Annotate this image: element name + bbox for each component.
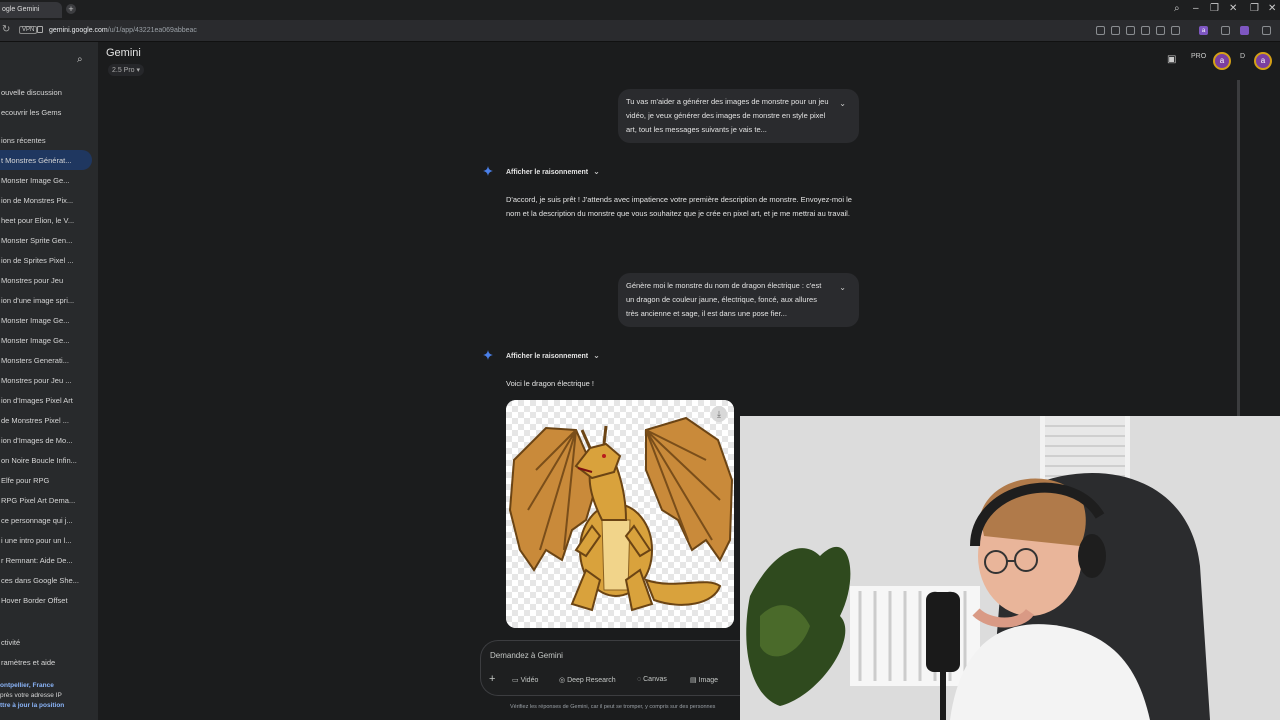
image-tool-button[interactable]: ▤ Image (690, 676, 718, 684)
close-tab-icon[interactable]: ✕ (1229, 3, 1237, 14)
sidebar-chat-item[interactable]: Monstres pour Jeu (0, 276, 96, 285)
browser-tab-bar: ogle Gemini + ⌕ – ❐ ✕ ❐ ✕ (0, 0, 1280, 20)
deep-research-tool-button[interactable]: ◎ Deep Research (559, 676, 616, 684)
sidebar-chat-item[interactable]: Monster Image Ge... (0, 176, 96, 185)
browser-tab[interactable]: ogle Gemini (0, 2, 62, 18)
play-icon[interactable] (1141, 26, 1150, 35)
prompt-input[interactable] (480, 640, 740, 696)
sidebar-chat-item[interactable]: Monster Image Ge... (0, 316, 96, 325)
camera-icon[interactable] (1126, 26, 1135, 35)
maximize-icon[interactable]: ❐ (1250, 3, 1259, 14)
heart-icon[interactable] (1156, 26, 1165, 35)
research-icon: ◎ (559, 677, 566, 684)
sidebar-chat-item[interactable]: ion de Sprites Pixel ... (0, 256, 96, 265)
url-field[interactable]: gemini.google.com/u/1/app/43221ea069abbe… (49, 27, 197, 34)
settings-help-item[interactable]: ramètres et aide (0, 658, 96, 667)
tab-title: ogle Gemini (2, 6, 40, 13)
chevron-down-icon: ⌄ (593, 167, 600, 176)
disclaimer: Vérifiez les réponses de Gemini, car il … (510, 704, 716, 710)
address-bar: ↻ VPN gemini.google.com/u/1/app/43221ea0… (0, 20, 1280, 42)
user-message-text: Tu vas m'aider a générer des images de m… (626, 97, 829, 134)
download-icon[interactable] (1171, 26, 1180, 35)
dragon-illustration (506, 400, 734, 628)
caret-down-icon: ▾ (136, 67, 141, 74)
extension-icon[interactable] (1111, 26, 1120, 35)
model-selector[interactable]: 2.5 Pro ▾ (108, 64, 145, 76)
video-tool-button[interactable]: ▭ Vidéo (512, 676, 538, 684)
sidebar-chat-item[interactable]: ion de Monstres Pix... (0, 196, 96, 205)
sidebar-chat-item[interactable]: de Monstres Pixel ... (0, 416, 96, 425)
cube-extension-icon[interactable] (1262, 26, 1271, 35)
chevron-down-icon: ⌄ (593, 351, 600, 360)
scrollbar[interactable] (1237, 80, 1240, 416)
update-location-link[interactable]: ttre à jour la position (0, 702, 64, 709)
sidebar-chat-item[interactable]: on Noire Boucle Infin... (0, 456, 96, 465)
avatar[interactable]: a (1254, 52, 1272, 70)
sidebar-chat-item[interactable]: Monsters Generati... (0, 356, 96, 365)
user-message: Tu vas m'aider a générer des images de m… (618, 89, 859, 143)
sidebar-chat-item[interactable]: t Monstres Générat... (0, 156, 96, 165)
expand-chevron-icon[interactable]: ⌄ (839, 281, 846, 295)
temp-chat-icon[interactable]: ▣ (1167, 54, 1176, 65)
sidebar-chat-item[interactable]: i une intro pour un l... (0, 536, 96, 545)
gemini-spark-icon (483, 166, 493, 176)
d-label: D (1240, 53, 1246, 60)
cube-extension-icon[interactable] (1221, 26, 1230, 35)
new-tab-button[interactable]: + (66, 4, 76, 14)
location-city: ontpellier, France (0, 682, 54, 689)
sidebar-chat-item[interactable]: heet pour Elion, le V... (0, 216, 96, 225)
sidebar-chat-item[interactable]: Monster Sprite Gen... (0, 236, 96, 245)
user-message-text: Génère moi le monstre du nom de dragon é… (626, 281, 822, 318)
canvas-tool-button[interactable]: ◌ Canvas (637, 676, 667, 683)
profile-extension-icon[interactable]: a (1199, 26, 1208, 35)
minimize-icon[interactable]: – (1193, 3, 1199, 14)
webcam-overlay (740, 416, 1280, 720)
vpn-badge[interactable]: VPN (19, 26, 38, 34)
download-image-button[interactable]: ⤓ (711, 406, 727, 422)
activity-item[interactable]: ctivité (0, 638, 96, 647)
app-title: Gemini (106, 47, 141, 59)
search-icon[interactable]: ⌕ (77, 54, 83, 65)
sidebar-chat-item[interactable]: ce personnage qui j... (0, 516, 96, 525)
canvas-icon: ◌ (637, 676, 642, 683)
sidebar-chat-item[interactable]: Monster Image Ge... (0, 336, 96, 345)
sidebar-chat-item[interactable]: Monstres pour Jeu ... (0, 376, 96, 385)
model-label: 2.5 Pro (112, 67, 135, 74)
add-attachment-button[interactable]: + (489, 673, 495, 685)
avatar[interactable]: a (1213, 52, 1231, 70)
sidebar-chat-item[interactable]: ion d'Images de Mo... (0, 436, 96, 445)
recent-section-label: ions récentes (1, 136, 46, 145)
generated-dragon-image[interactable]: ⤓ (506, 400, 734, 628)
user-message: Génère moi le monstre du nom de dragon é… (618, 273, 859, 327)
sidebar-chat-item[interactable]: Hover Border Offset (0, 596, 96, 605)
model-response: D'accord, je suis prêt ! J'attends avec … (506, 195, 852, 218)
sidebar-chat-item[interactable]: ion d'une image spri... (0, 296, 96, 305)
sidebar-chat-item[interactable]: ces dans Google She... (0, 576, 96, 585)
location-source: près votre adresse IP (0, 692, 62, 699)
image-icon: ▤ (690, 677, 697, 684)
show-reasoning-toggle[interactable]: Afficher le raisonnement ⌄ (506, 167, 600, 176)
new-chat-item[interactable]: ouvelle discussion (0, 88, 96, 97)
close-window-icon[interactable]: ✕ (1268, 3, 1276, 14)
video-icon: ▭ (512, 677, 519, 684)
prompt-placeholder: Demandez à Gemini (490, 651, 563, 660)
model-response: Voici le dragon électrique ! (506, 379, 594, 388)
sidebar-chat-item[interactable]: ion d'Images Pixel Art (0, 396, 96, 405)
webcam-feed (740, 416, 1280, 720)
restore-icon[interactable]: ❐ (1210, 3, 1219, 14)
reload-icon[interactable]: ↻ (2, 24, 10, 35)
cube-extension-icon[interactable] (1240, 26, 1249, 35)
sidebar: ⌕ ouvelle discussion ecouvrir les Gems i… (0, 42, 98, 720)
gemini-spark-icon (483, 350, 493, 360)
search-tabs-icon[interactable]: ⌕ (1174, 3, 1180, 14)
show-reasoning-toggle[interactable]: Afficher le raisonnement ⌄ (506, 351, 600, 360)
sidebar-chat-item[interactable]: RPG Pixel Art Dema... (0, 496, 96, 505)
expand-chevron-icon[interactable]: ⌄ (839, 97, 846, 111)
explore-gems-item[interactable]: ecouvrir les Gems (0, 108, 96, 117)
sidebar-chat-item[interactable]: r Remnant: Aide De... (0, 556, 96, 565)
sidebar-chat-item[interactable]: Elfe pour RPG (0, 476, 96, 485)
lock-icon[interactable] (37, 26, 43, 33)
extension-icon[interactable] (1096, 26, 1105, 35)
pro-badge: PRO (1191, 53, 1207, 60)
